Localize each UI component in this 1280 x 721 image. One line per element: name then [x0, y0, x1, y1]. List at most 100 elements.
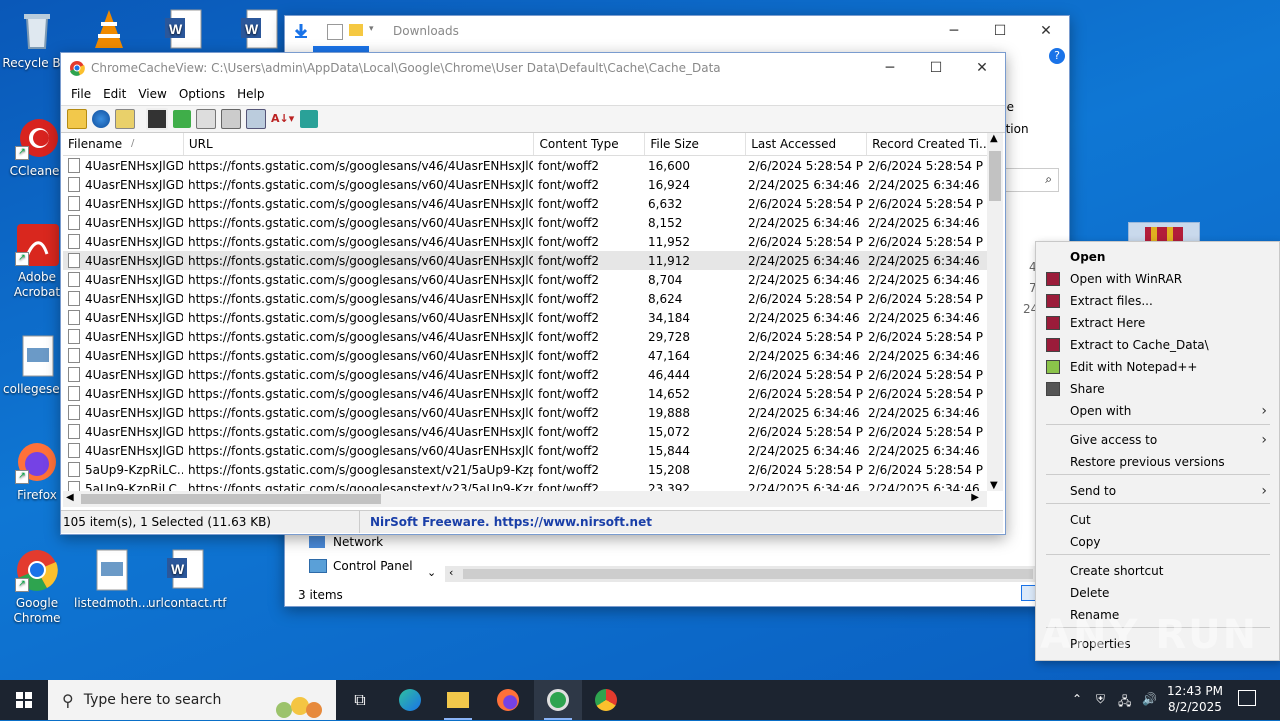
table-row[interactable]: 4UasrENHsxJlGD... https://fonts.gstatic.c… [63, 441, 987, 460]
taskbar-search[interactable]: ⚲ Type here to search [48, 680, 336, 720]
desktop-icon-google-chrome[interactable]: ↗ Google Chrome [0, 548, 74, 626]
taskbar-edge[interactable] [386, 680, 434, 720]
nirsoft-link[interactable]: NirSoft Freeware. https://www.nirsoft.ne… [360, 515, 652, 529]
desktop-icon-urlcontact[interactable]: W urlcontact.rtf [148, 548, 226, 611]
desktop-icon-word-doc-1[interactable]: W [146, 8, 220, 56]
nav-item-network[interactable]: Network [309, 535, 383, 549]
menu-item-open-with[interactable]: Open with › [1036, 400, 1279, 422]
menu-edit[interactable]: Edit [97, 87, 132, 101]
save-icon[interactable] [146, 108, 168, 130]
table-row[interactable]: 4UasrENHsxJlGD... https://fonts.gstatic.c… [63, 194, 987, 213]
volume-icon[interactable]: 🔊 [1142, 692, 1157, 706]
taskbar-firefox[interactable] [484, 680, 532, 720]
properties-icon[interactable] [221, 109, 241, 129]
menu-item-edit-with-notepad[interactable]: Edit with Notepad++ [1036, 356, 1279, 378]
taskbar-file-explorer[interactable] [434, 680, 482, 720]
menu-item-give-access-to[interactable]: Give access to › [1036, 429, 1279, 451]
start-button[interactable] [0, 680, 48, 720]
scrollbar-thumb[interactable] [81, 494, 381, 504]
chevron-down-icon[interactable]: ▼ [990, 480, 998, 491]
column-header-content-type[interactable]: Content Type [534, 133, 646, 155]
chevron-left-icon[interactable]: ‹ [449, 566, 453, 579]
properties-icon[interactable] [327, 24, 343, 40]
menu-item-copy[interactable]: Copy [1036, 531, 1279, 553]
table-row[interactable]: 4UasrENHsxJlGD... https://fonts.gstatic.c… [63, 270, 987, 289]
table-row[interactable]: 4UasrENHsxJlGD... https://fonts.gstatic.c… [63, 156, 987, 175]
table-row[interactable]: 5aUp9-KzpRiLC... https://fonts.gstatic.co… [63, 460, 987, 479]
clock[interactable]: 12:43 PM 8/2/2025 [1166, 683, 1224, 715]
menu-item-extract-files[interactable]: Extract files... [1036, 290, 1279, 312]
table-row[interactable]: 5aUp9-KzpRiLC... https://fonts.gstatic.co… [63, 479, 987, 491]
table-row[interactable]: 4UasrENHsxJlGD... https://fonts.gstatic.c… [63, 175, 987, 194]
minimize-button[interactable]: ─ [931, 16, 977, 46]
nav-item-control-panel[interactable]: Control Panel [309, 559, 413, 573]
chevron-up-icon[interactable]: ▲ [990, 133, 998, 144]
cell-filename: 4UasrENHsxJlGD... [63, 177, 183, 192]
menu-item-extract-here[interactable]: Extract Here [1036, 312, 1279, 334]
menu-help[interactable]: Help [231, 87, 270, 101]
table-row[interactable]: 4UasrENHsxJlGD... https://fonts.gstatic.c… [63, 403, 987, 422]
chevron-up-icon[interactable]: ⌃ [1072, 692, 1082, 706]
menu-item-open[interactable]: Open [1036, 246, 1279, 268]
menu-item-cut[interactable]: Cut [1036, 509, 1279, 531]
folder-icon[interactable] [349, 24, 363, 36]
table-row[interactable]: 4UasrENHsxJlGD... https://fonts.gstatic.c… [63, 346, 987, 365]
help-icon[interactable]: ? [1049, 48, 1065, 64]
notifications-icon[interactable] [1238, 690, 1256, 706]
copy-icon[interactable] [196, 109, 216, 129]
menu-item-create-shortcut[interactable]: Create shortcut [1036, 560, 1279, 582]
taskbar-chrome[interactable] [582, 680, 630, 720]
table-row[interactable]: 4UasrENHsxJlGD... https://fonts.gstatic.c… [63, 384, 987, 403]
sort-icon[interactable]: A↓▾ [271, 110, 295, 128]
column-header-url[interactable]: URL [184, 133, 535, 155]
close-button[interactable]: ✕ [959, 53, 1005, 83]
menu-view[interactable]: View [132, 87, 172, 101]
table-row[interactable]: 4UasrENHsxJlGD... https://fonts.gstatic.c… [63, 213, 987, 232]
menu-options[interactable]: Options [173, 87, 231, 101]
open-folder-icon[interactable] [67, 109, 87, 129]
table-row[interactable]: 4UasrENHsxJlGD... https://fonts.gstatic.c… [63, 289, 987, 308]
table-row[interactable]: 4UasrENHsxJlGD... https://fonts.gstatic.c… [63, 327, 987, 346]
table-row[interactable]: 4UasrENHsxJlGD... https://fonts.gstatic.c… [63, 365, 987, 384]
table-row[interactable]: 4UasrENHsxJlGD... https://fonts.gstatic.c… [63, 308, 987, 327]
chevron-down-icon[interactable]: ▾ [369, 24, 374, 34]
column-header-file-size[interactable]: File Size [645, 133, 747, 155]
desktop-icon-vlc[interactable] [72, 8, 146, 56]
menu-item-share[interactable]: Share [1036, 378, 1279, 400]
network-icon[interactable]: 🖧 [1118, 692, 1131, 713]
taskbar-chromecacheview[interactable] [534, 680, 582, 720]
chevron-down-icon[interactable]: ⌄ [427, 566, 436, 579]
table-row[interactable]: 4UasrENHsxJlGD... https://fonts.gstatic.c… [63, 232, 987, 251]
menu-file[interactable]: File [65, 87, 97, 101]
column-header-record-created[interactable]: Record Created Ti... [867, 133, 987, 155]
chevron-right-icon[interactable]: ▶ [971, 492, 979, 503]
security-icon[interactable]: ⛨ [1096, 692, 1105, 707]
menu-item-delete[interactable]: Delete [1036, 582, 1279, 604]
minimize-button[interactable]: ─ [867, 53, 913, 83]
scrollbar-thumb[interactable] [463, 569, 1033, 579]
menu-item-restore-previous-versions[interactable]: Restore previous versions [1036, 451, 1279, 473]
table-row[interactable]: 4UasrENHsxJlGD... https://fonts.gstatic.c… [63, 422, 987, 441]
vertical-scrollbar[interactable]: ▲ ▼ [987, 133, 1003, 491]
horizontal-scrollbar[interactable]: ‹ [445, 566, 1035, 582]
refresh-icon[interactable] [173, 110, 191, 128]
maximize-button[interactable]: ☐ [913, 53, 959, 83]
menu-item-extract-to-cache-data[interactable]: Extract to Cache_Data\ [1036, 334, 1279, 356]
copy-files-icon[interactable] [115, 109, 135, 129]
globe-icon[interactable] [92, 110, 110, 128]
desktop-icon-listedmoth[interactable]: listedmoth... [74, 548, 149, 611]
search-box[interactable]: ⌕ [1005, 168, 1059, 192]
horizontal-scrollbar[interactable]: ◀ ▶ [63, 491, 987, 507]
maximize-button[interactable]: ☐ [977, 16, 1023, 46]
chevron-left-icon[interactable]: ◀ [66, 492, 74, 503]
menu-item-send-to[interactable]: Send to › [1036, 480, 1279, 502]
column-header-filename[interactable]: Filename / [63, 133, 184, 155]
find-icon[interactable] [246, 109, 266, 129]
scrollbar-thumb[interactable] [989, 151, 1001, 201]
table-row[interactable]: 4UasrENHsxJlGD... https://fonts.gstatic.c… [63, 251, 987, 270]
close-button[interactable]: ✕ [1023, 16, 1069, 46]
task-view-button[interactable]: ⧉ [336, 680, 384, 720]
exit-icon[interactable] [300, 110, 318, 128]
column-header-last-accessed[interactable]: Last Accessed [746, 133, 868, 155]
menu-item-open-with-winrar[interactable]: Open with WinRAR [1036, 268, 1279, 290]
